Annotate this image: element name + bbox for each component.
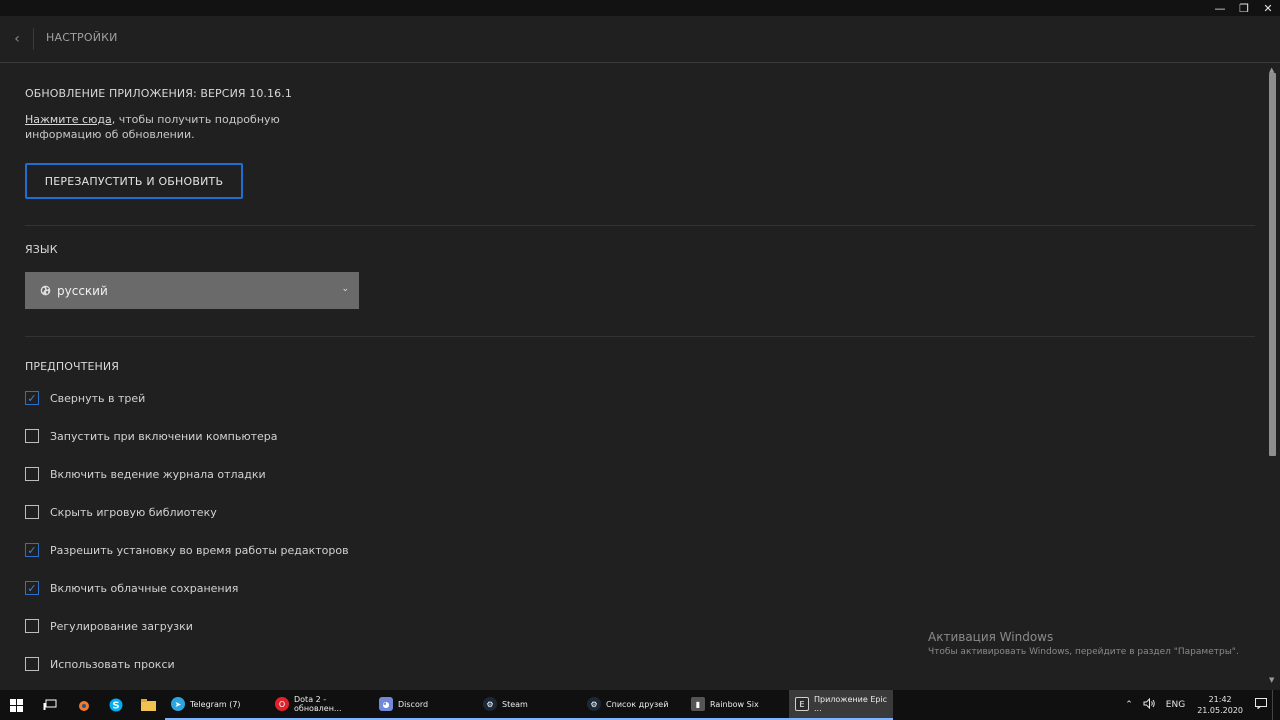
pref-use-proxy[interactable]: Использовать прокси [25,655,175,673]
section-divider [25,336,1255,337]
input-language-indicator[interactable]: ENG [1161,700,1190,710]
preferences-section-title: ПРЕДПОЧТЕНИЯ [25,360,119,373]
checkbox[interactable] [25,505,39,519]
task-view-icon[interactable] [33,690,66,720]
scroll-down-arrow-icon[interactable]: ▼ [1269,676,1274,684]
settings-header: ‹ НАСТРОЙКИ [0,16,1280,63]
taskbar-app-rainbow-six[interactable]: ▮ Rainbow Six [685,690,789,720]
vertical-scrollbar[interactable]: ▲ ▼ [1266,63,1280,690]
windows-activation-watermark: Активация Windows Чтобы активировать Win… [928,630,1239,657]
maximize-button[interactable]: ❐ [1232,0,1256,16]
clock-time: 21:42 [1208,695,1232,704]
checkbox-label: Включить ведение журнала отладки [50,467,266,481]
volume-icon[interactable] [1138,697,1161,712]
pref-cloud-saves[interactable]: ✓ Включить облачные сохранения [25,579,238,597]
checkbox-label: Регулирование загрузки [50,619,193,633]
windows-taskbar: S ➤ Telegram (7) O Dota 2 - обновлен... … [0,690,1280,720]
page-title: НАСТРОЙКИ [46,31,118,44]
taskbar-app-label: Telegram (7) [190,699,241,709]
checkbox[interactable] [25,619,39,633]
blender-icon[interactable] [66,690,99,720]
pref-hide-game-library[interactable]: Скрыть игровую библиотеку [25,503,217,521]
back-button[interactable]: ‹ [8,29,26,49]
windows-start-icon[interactable] [0,690,33,720]
taskbar-app-label: Discord [398,699,429,709]
checkbox-label: Включить облачные сохранения [50,581,239,595]
taskbar-app-label: Steam [502,699,528,709]
taskbar-app-steam-friends[interactable]: ⚙ Список друзей [581,690,685,720]
checkbox-label: Свернуть в трей [50,391,146,405]
section-divider [25,225,1255,226]
epic-games-icon: E [795,697,809,711]
telegram-icon: ➤ [171,697,185,711]
pref-debug-logging[interactable]: Включить ведение журнала отладки [25,465,266,483]
taskbar-app-opera[interactable]: O Dota 2 - обновлен... [269,690,373,720]
language-value: русский [57,283,108,298]
pref-throttle-downloads[interactable]: Регулирование загрузки [25,617,193,635]
taskbar-app-steam[interactable]: ⚙ Steam [477,690,581,720]
opera-icon: O [275,697,289,711]
taskbar-app-label: Приложение Epic ... [814,695,888,713]
restart-and-update-button[interactable]: ПЕРЕЗАПУСТИТЬ И ОБНОВИТЬ [25,163,243,199]
show-desktop-button[interactable] [1272,690,1280,720]
notifications-icon[interactable] [1250,698,1272,712]
checkbox[interactable] [25,429,39,443]
tray-overflow-chevron-icon[interactable]: ⌃ [1120,700,1138,710]
discord-icon: ◕ [379,697,393,711]
header-divider [33,28,34,50]
file-explorer-icon[interactable] [132,690,165,720]
update-section-title: ОБНОВЛЕНИЕ ПРИЛОЖЕНИЯ: ВЕРСИЯ 10.16.1 [25,87,292,100]
steam-friends-icon: ⚙ [587,697,601,711]
language-dropdown[interactable]: русский ⌄ [25,272,359,309]
taskbar-app-label: Список друзей [606,699,669,709]
skype-icon[interactable]: S [99,690,132,720]
language-section-title: ЯЗЫК [25,243,58,256]
epic-launcher-window: — ❐ ✕ ‹ НАСТРОЙКИ ОБНОВЛЕНИЕ ПРИЛОЖЕНИЯ:… [0,0,1280,690]
svg-text:S: S [112,701,119,712]
globe-icon [39,285,51,297]
checkbox[interactable] [25,467,39,481]
update-info: Нажмите сюда, чтобы получить подробную и… [25,112,285,142]
clock[interactable]: 21:42 21.05.2020 [1190,694,1250,716]
taskbar-app-epic-games[interactable]: E Приложение Epic ... [789,690,893,720]
scroll-thumb[interactable] [1269,73,1276,456]
pref-run-on-startup[interactable]: Запустить при включении компьютера [25,427,277,445]
checkbox[interactable] [25,657,39,671]
minimize-button[interactable]: — [1208,0,1232,16]
chevron-down-icon: ⌄ [341,284,349,294]
watermark-subtitle: Чтобы активировать Windows, перейдите в … [928,647,1239,657]
watermark-title: Активация Windows [928,630,1054,644]
close-button[interactable]: ✕ [1256,0,1280,16]
steam-icon: ⚙ [483,697,497,711]
taskbar-app-label: Dota 2 - обновлен... [294,695,342,713]
system-tray: ⌃ ENG 21:42 21.05.2020 [1120,690,1280,720]
checkbox[interactable]: ✓ [25,543,39,557]
window-controls: — ❐ ✕ [1208,0,1280,16]
checkbox[interactable]: ✓ [25,391,39,405]
checkbox[interactable]: ✓ [25,581,39,595]
update-details-link[interactable]: Нажмите сюда [25,113,112,126]
clock-date: 21.05.2020 [1197,706,1243,715]
checkbox-label: Скрыть игровую библиотеку [50,505,217,519]
taskbar-app-discord[interactable]: ◕ Discord [373,690,477,720]
pref-allow-install-with-editors[interactable]: ✓ Разрешить установку во время работы ре… [25,541,349,559]
settings-content: ОБНОВЛЕНИЕ ПРИЛОЖЕНИЯ: ВЕРСИЯ 10.16.1 На… [0,63,1266,690]
checkbox-label: Запустить при включении компьютера [50,429,278,443]
pref-minimize-to-tray[interactable]: ✓ Свернуть в трей [25,389,145,407]
taskbar-app-telegram[interactable]: ➤ Telegram (7) [165,690,269,720]
taskbar-app-label: Rainbow Six [710,699,759,709]
checkbox-label: Использовать прокси [50,657,175,671]
rainbow-six-icon: ▮ [691,697,705,711]
checkbox-label: Разрешить установку во время работы реда… [50,543,349,557]
title-bar: — ❐ ✕ [0,0,1280,16]
